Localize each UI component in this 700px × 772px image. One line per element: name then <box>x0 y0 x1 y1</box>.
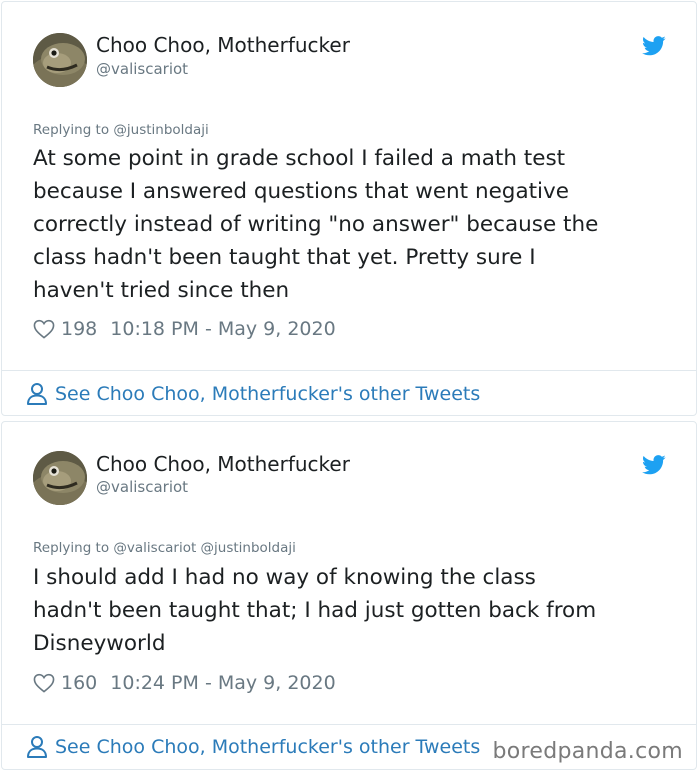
watermark: boredpanda.com <box>488 739 683 764</box>
tweet-text-line: haven't tried since then <box>33 278 290 303</box>
tweet-text-line: correctly instead of writing "no answer"… <box>33 212 599 237</box>
author-handle[interactable]: @valiscariot <box>96 478 188 496</box>
tweet-meta: 198 10:18 PM - May 9, 2020 <box>33 318 336 340</box>
tweet-card: Choo Choo, Motherfucker @valiscariot Rep… <box>1 421 697 770</box>
avatar[interactable] <box>33 33 87 87</box>
timestamp[interactable]: 10:24 PM - May 9, 2020 <box>110 672 335 694</box>
like-count[interactable]: 160 <box>61 672 97 694</box>
author-name[interactable]: Choo Choo, Motherfucker <box>96 33 350 57</box>
person-icon <box>27 736 47 758</box>
tweet-text: At some point in grade school I failed a… <box>33 142 683 307</box>
tweet-text: I should add I had no way of knowing the… <box>33 561 683 660</box>
tweet-text-line: because I answered questions that went n… <box>33 179 569 204</box>
tweet-text-line: class hadn't been taught that yet. Prett… <box>33 245 536 270</box>
tweet-text-line: Disneyworld <box>33 631 166 656</box>
tweet-text-line: I should add I had no way of knowing the… <box>33 565 536 590</box>
see-other-tweets-label[interactable]: See Choo Choo, Motherfucker's other Twee… <box>55 736 480 758</box>
author-handle[interactable]: @valiscariot <box>96 60 188 78</box>
twitter-bird-icon[interactable] <box>642 36 666 56</box>
see-other-tweets-label[interactable]: See Choo Choo, Motherfucker's other Twee… <box>55 383 480 405</box>
tweet-text-line: hadn't been taught that; I had just gott… <box>33 598 597 623</box>
divider <box>2 370 696 371</box>
heart-icon[interactable] <box>33 673 55 693</box>
twitter-bird-icon[interactable] <box>642 455 666 475</box>
tweet-text-line: At some point in grade school I failed a… <box>33 146 566 171</box>
tweet-card: Choo Choo, Motherfucker @valiscariot Rep… <box>1 1 697 416</box>
like-count[interactable]: 198 <box>61 318 97 340</box>
author-name[interactable]: Choo Choo, Motherfucker <box>96 452 350 476</box>
timestamp[interactable]: 10:18 PM - May 9, 2020 <box>110 318 335 340</box>
person-icon <box>27 383 47 405</box>
replying-to[interactable]: Replying to @justinboldaji <box>33 122 209 138</box>
see-other-tweets-link[interactable]: See Choo Choo, Motherfucker's other Twee… <box>26 382 480 406</box>
divider <box>2 724 696 725</box>
tweet-meta: 160 10:24 PM - May 9, 2020 <box>33 672 336 694</box>
see-other-tweets-link[interactable]: See Choo Choo, Motherfucker's other Twee… <box>26 735 480 759</box>
avatar[interactable] <box>33 451 87 505</box>
replying-to[interactable]: Replying to @valiscariot @justinboldaji <box>33 540 296 556</box>
heart-icon[interactable] <box>33 319 55 339</box>
